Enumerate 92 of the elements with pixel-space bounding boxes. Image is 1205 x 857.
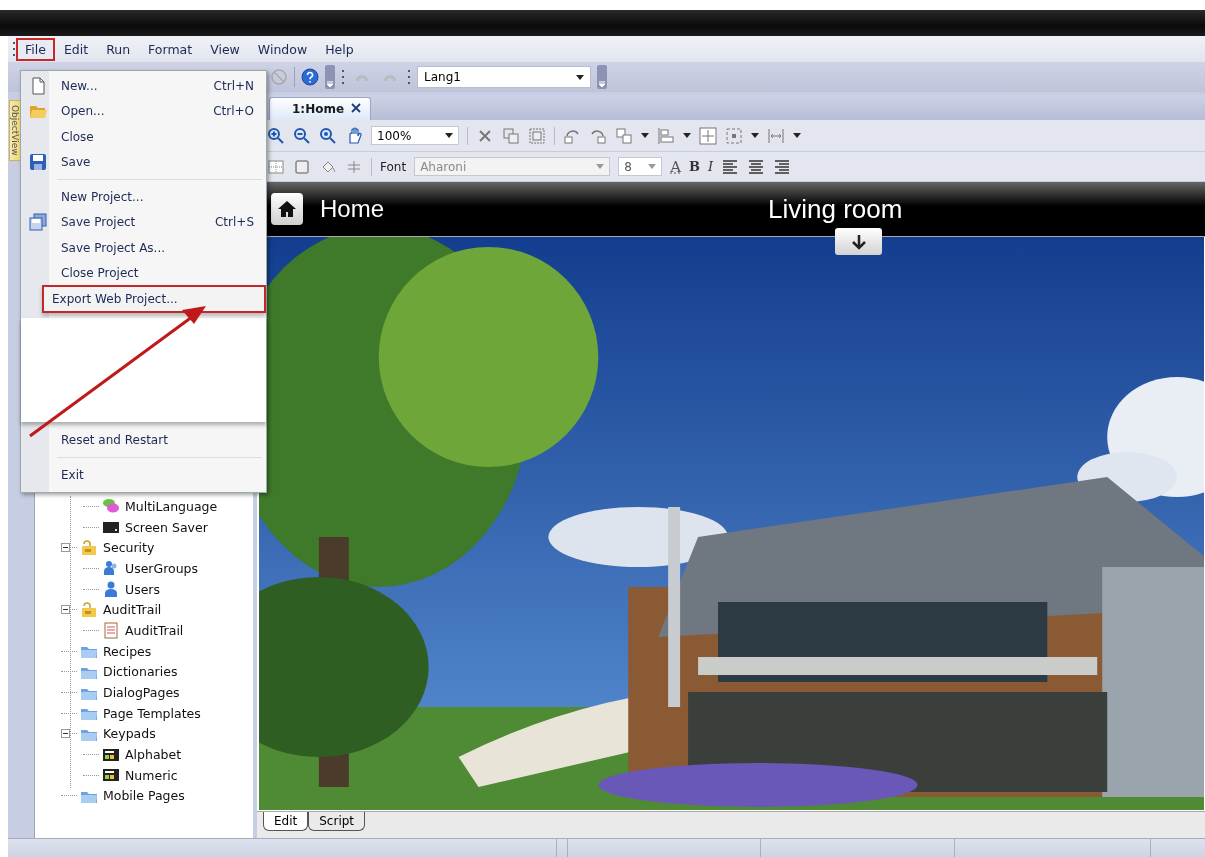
lock-folder-icon [80,538,98,557]
center-icon[interactable] [699,126,717,145]
save-icon [29,153,47,172]
home-icon [277,199,297,219]
close-icon[interactable] [351,103,362,113]
document-icon [29,76,47,95]
caret-icon [576,74,584,80]
collapse-icon[interactable] [61,729,70,739]
menu-item[interactable]: File [16,37,55,61]
down-button[interactable] [835,228,882,255]
save-all-icon [29,213,47,232]
align-text-left-icon[interactable] [721,157,740,176]
menu-entry[interactable]: Save Project As... [57,237,170,258]
zoom-dropdown[interactable]: 100% [371,126,459,145]
menu-entry[interactable]: Save Project [57,212,140,233]
caret-icon [683,133,691,138]
language-dropdown[interactable]: Lang1 [417,66,591,88]
menu-entry[interactable]: Close [57,126,98,147]
grip-icon[interactable] [407,68,411,86]
menu-entry[interactable]: Export Web Project... [42,284,266,313]
zoom-fit-icon[interactable] [319,126,337,145]
tree-item[interactable]: UserGroups [123,560,199,576]
menu-item[interactable]: Run [97,37,140,61]
menu-entry[interactable]: Exit [57,464,88,485]
page-title: Home [320,195,385,223]
group-icon[interactable] [502,126,520,145]
object-view-tab[interactable]: ObjectView [9,100,21,161]
tree-item[interactable]: Dictionaries [101,664,178,680]
align-text-right-icon[interactable] [773,157,792,176]
font-label: Font [380,159,407,174]
frame-icon[interactable] [293,157,311,176]
tree-item[interactable]: Screen Saver [123,519,208,535]
grip-icon[interactable] [12,40,16,58]
menu-item[interactable]: Edit [54,37,98,61]
user-icon [102,580,120,599]
font-size-dropdown[interactable]: 8 [618,157,663,176]
help-icon[interactable] [301,68,319,86]
tree-item[interactable]: Recipes [101,643,152,659]
tree-item[interactable]: Security [101,540,155,556]
editor-tab[interactable]: Edit [263,812,309,831]
same-size-icon[interactable] [725,126,743,145]
lock-folder-icon [80,600,98,619]
checklist-icon [102,621,120,640]
tree-item[interactable]: Alphabet [123,747,182,763]
caret-icon [648,164,657,169]
document-tab[interactable]: 1:Home [269,97,372,120]
bring-forward-icon[interactable] [615,126,633,145]
tree-item[interactable]: DialogPages [101,685,180,701]
menu-item[interactable]: Help [316,37,363,61]
zoom-in-icon[interactable] [267,126,285,145]
menu-item[interactable]: Format [139,37,202,61]
menu-item[interactable]: Window [248,37,317,61]
tree-item[interactable]: AuditTrail [123,622,184,638]
italic-button[interactable]: I [708,159,714,174]
align-text-center-icon[interactable] [747,157,766,176]
home-button[interactable] [271,193,303,225]
menu-entry[interactable]: Close Project [57,263,143,284]
tree-item[interactable]: Numeric [123,767,178,783]
shortcut-label: Ctrl+N [213,78,254,93]
caret-icon [445,133,453,138]
collapse-icon[interactable] [61,543,70,553]
grid-icon[interactable] [267,157,285,176]
editor-tab[interactable]: Script [308,812,366,831]
arrow-down-icon [851,233,866,250]
overflow-icon[interactable] [597,65,607,89]
menu-entry[interactable]: Save [57,152,95,173]
align-left-icon[interactable] [657,126,675,145]
menu-entry[interactable]: Reset and Restart [57,430,172,451]
zoom-out-icon[interactable] [293,126,311,145]
room-title: Living room [768,193,903,225]
tree-item[interactable]: MultiLanguage [123,498,218,514]
menu-item[interactable]: View [201,37,249,61]
caret-icon [793,133,801,138]
tree-item[interactable]: Mobile Pages [101,788,185,804]
collapse-icon[interactable] [61,605,70,615]
bold-button[interactable]: B [689,159,700,174]
font-color-button[interactable]: A [670,157,681,176]
caret-icon [596,164,605,169]
tree-item[interactable]: Page Templates [101,705,201,721]
caret-icon [751,133,759,138]
shortcut-label: Ctrl+O [213,104,254,119]
menu-entry[interactable]: New Project... [57,186,148,207]
tree-item[interactable]: Keypads [101,726,156,742]
menu-entry[interactable]: New... [57,75,102,96]
shortcut-label: Ctrl+S [214,215,254,230]
overflow-icon[interactable] [325,65,335,89]
spacing-icon[interactable] [767,126,785,145]
caret-icon [641,133,649,138]
grip-icon[interactable] [341,68,345,86]
menu-entry[interactable]: Open... [57,101,109,122]
tree-item[interactable]: Users [123,581,160,597]
tree-item[interactable]: AuditTrail [101,602,162,618]
